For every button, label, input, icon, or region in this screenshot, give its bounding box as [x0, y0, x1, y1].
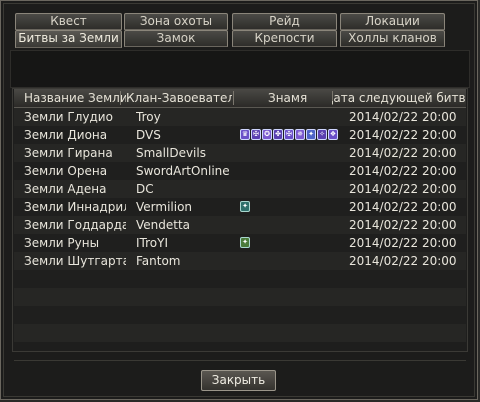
table-row[interactable]: Земли Диона DVS ♛ ✠ ✪ ✤ ✠ ✵ ✦ ✧ ❖ 2014/02/22 20:00: [14, 126, 466, 144]
clan-name: Vendetta: [136, 218, 191, 232]
tab-territory-wars[interactable]: Битвы за Земли: [15, 30, 122, 48]
land-name: Земли Глудио: [24, 110, 113, 124]
clan-name: DVS: [136, 128, 161, 142]
crest-icon: ✦: [240, 201, 250, 212]
column-separator: [120, 91, 121, 105]
crest-icon: ✧: [317, 129, 327, 140]
crest-icon: ✵: [295, 129, 305, 140]
table-row[interactable]: Земли Руны ITroYI ✦ 2014/02/22 20:00: [14, 234, 466, 252]
table-row[interactable]: Земли Шутгарта Fantom 2014/02/22 20:00: [14, 252, 466, 270]
tab-locations[interactable]: Локации: [340, 13, 445, 30]
clan-name: DC: [136, 182, 154, 196]
table-row[interactable]: Земли Гирана SmallDevils 2014/02/22 20:00: [14, 144, 466, 162]
table-row[interactable]: Земли Орена SwordArtOnline 2014/02/22 20:0…: [14, 162, 466, 180]
clan-crests: ✦: [240, 237, 250, 248]
table-header: Название Земли Клан-Завоеватель Знамя Да…: [14, 89, 466, 108]
crest-icon: ✦: [240, 237, 250, 248]
next-battle-date: 2014/02/22 20:00: [349, 146, 457, 160]
clan-name: Fantom: [136, 254, 181, 268]
tab-hunting-zone[interactable]: Зона охоты: [124, 13, 228, 30]
land-name: Земли Шутгарта: [24, 254, 126, 268]
next-battle-date: 2014/02/22 20:00: [349, 182, 457, 196]
table-row[interactable]: Земли Годдарда Vendetta 2014/02/22 20:00: [14, 216, 466, 234]
clan-name: Troy: [136, 110, 161, 124]
land-name: Земли Адена: [24, 182, 107, 196]
land-name: Земли Орена: [24, 164, 108, 178]
land-name: Земли Гирана: [24, 146, 113, 160]
column-header-flag[interactable]: Знамя: [268, 89, 328, 107]
next-battle-date: 2014/02/22 20:00: [349, 200, 457, 214]
tab-raid[interactable]: Рейд: [232, 13, 337, 30]
land-name: Земли Годдарда: [24, 218, 126, 232]
clan-crests: ✦: [240, 201, 250, 212]
land-name: Земли Руны: [24, 236, 100, 250]
divider: [14, 360, 466, 361]
next-battle-date: 2014/02/22 20:00: [349, 254, 457, 268]
clan-crests: ♛ ✠ ✪ ✤ ✠ ✵ ✦ ✧ ❖: [240, 129, 338, 140]
crest-icon: ✠: [251, 129, 261, 140]
clan-name: Vermilion: [136, 200, 193, 214]
empty-row: [14, 324, 466, 342]
next-battle-date: 2014/02/22 20:00: [349, 218, 457, 232]
next-battle-date: 2014/02/22 20:00: [349, 110, 457, 124]
toolbar-strip: [10, 50, 470, 88]
clan-name: ITroYI: [136, 236, 168, 250]
column-header-clan[interactable]: Клан-Завоеватель: [126, 89, 232, 107]
close-button[interactable]: Закрыть: [201, 370, 276, 391]
tab-clan-halls[interactable]: Холлы кланов: [340, 30, 445, 47]
territory-table-body: Земли Глудио Troy 2014/02/22 20:00 Земли Ди…: [14, 108, 466, 342]
empty-row: [14, 288, 466, 306]
tab-castle[interactable]: Замок: [124, 30, 228, 47]
crest-icon: ✠: [284, 129, 294, 140]
clan-name: SwordArtOnline: [136, 164, 230, 178]
next-battle-date: 2014/02/22 20:00: [349, 236, 457, 250]
table-row[interactable]: Земли Иннадрила Vermilion ✦ 2014/02/22 20:0…: [14, 198, 466, 216]
land-name: Земли Иннадрила: [24, 200, 126, 214]
table-row[interactable]: Земли Глудио Troy 2014/02/22 20:00: [14, 108, 466, 126]
crest-icon: ✪: [262, 129, 272, 140]
tab-quest[interactable]: Квест: [15, 13, 122, 30]
crest-icon: ❖: [328, 129, 338, 140]
crest-icon: ✤: [273, 129, 283, 140]
crest-icon: ♛: [240, 129, 250, 140]
column-header-land[interactable]: Название Земли: [24, 89, 126, 107]
clan-name: SmallDevils: [136, 146, 206, 160]
next-battle-date: 2014/02/22 20:00: [349, 164, 457, 178]
empty-row: [14, 306, 466, 324]
empty-row: [14, 270, 466, 288]
table-row[interactable]: Земли Адена DC 2014/02/22 20:00: [14, 180, 466, 198]
column-header-next-battle[interactable]: Дата следующей битвы: [332, 89, 466, 107]
tab-fortresses[interactable]: Крепости: [232, 30, 337, 47]
column-separator: [233, 91, 234, 105]
land-name: Земли Диона: [24, 128, 108, 142]
crest-icon: ✦: [306, 129, 316, 140]
next-battle-date: 2014/02/22 20:00: [349, 128, 457, 142]
